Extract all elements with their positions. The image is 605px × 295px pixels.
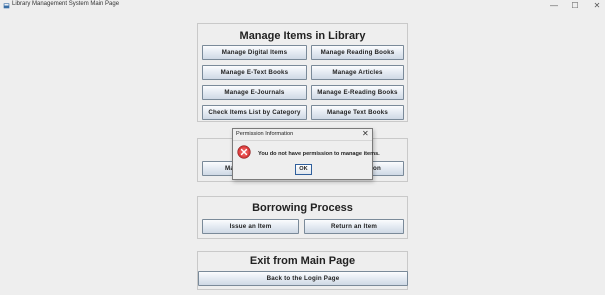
app-icon [3,3,10,9]
borrowing-title: Borrowing Process [252,202,353,214]
manage-etext-books-button[interactable]: Manage E-Text Books [202,65,307,80]
manage-articles-button[interactable]: Manage Articles [311,65,404,80]
permission-dialog: Permission Information ✕ You do not have… [232,128,380,180]
issue-item-button[interactable]: Issue an Item [202,219,299,234]
manage-text-books-button[interactable]: Manage Text Books [311,105,404,120]
exit-panel: Exit from Main Page Back to the Login Pa… [197,251,408,290]
dialog-message: You do not have permission to manage ite… [258,151,380,157]
dialog-separator [233,140,372,141]
close-window-button[interactable]: ✕ [591,0,603,11]
borrowing-panel: Borrowing Process Issue an Item Return a… [197,196,408,239]
maximize-button[interactable]: ☐ [569,0,581,11]
dialog-close-button[interactable]: ✕ [362,129,369,138]
ok-button[interactable]: OK [295,164,312,175]
minimize-button[interactable]: — [548,0,560,11]
window-title: Library Management System Main Page [12,1,120,7]
return-item-button[interactable]: Return an Item [304,219,404,234]
manage-ejournals-button[interactable]: Manage E-Journals [202,85,307,100]
manage-reading-books-button[interactable]: Manage Reading Books [311,45,404,60]
check-items-list-button[interactable]: Check Items List by Category [202,105,307,120]
manage-digital-items-button[interactable]: Manage Digital Items [202,45,307,60]
manage-items-title: Manage Items in Library [239,30,366,42]
error-icon [237,145,251,159]
manage-items-panel: Manage Items in Library Manage Digital I… [197,23,408,122]
window-titlebar: Library Management System Main Page — ☐ … [0,0,605,12]
back-to-login-button[interactable]: Back to the Login Page [198,271,408,286]
dialog-title: Permission Information [236,131,294,137]
manage-ereading-books-button[interactable]: Manage E-Reading Books [311,85,404,100]
exit-title: Exit from Main Page [249,255,356,267]
